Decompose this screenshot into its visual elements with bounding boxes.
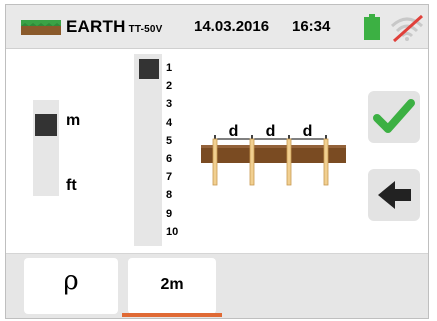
- stake-spacing-diagram: d d d: [201, 123, 346, 186]
- distance-scale: 1 2 3 4 5 6 7 8 9 10: [166, 59, 178, 241]
- distance-tick: 2: [166, 80, 173, 93]
- unit-option-ft[interactable]: ft: [66, 177, 77, 195]
- tab-label: 2m: [160, 276, 184, 293]
- battery-icon: [364, 14, 380, 40]
- wifi-off-icon: [390, 14, 424, 42]
- tab-label: ρ: [63, 266, 79, 296]
- distance-tick: 10: [166, 225, 179, 238]
- confirm-button[interactable]: [368, 91, 420, 143]
- mode-title: EARTH TT-50V: [66, 17, 163, 36]
- distance-tick: 8: [166, 189, 173, 202]
- distance-tick: 5: [166, 134, 173, 147]
- instrument-screen: EARTH TT-50V 14.03.2016 16:34 m ft 1 2 3 …: [5, 4, 429, 319]
- checkmark-icon: [373, 99, 415, 133]
- distance-tick: 7: [166, 171, 173, 184]
- distance-slider-track[interactable]: [134, 54, 162, 246]
- unit-option-m[interactable]: m: [66, 112, 80, 130]
- distance-slider-knob[interactable]: [139, 59, 159, 79]
- distance-tick: 3: [166, 98, 173, 111]
- earth-ground-icon: [21, 20, 61, 35]
- time-display: 16:34: [292, 18, 331, 35]
- tab-resistivity[interactable]: ρ: [24, 258, 118, 314]
- unit-slider-knob[interactable]: [35, 114, 57, 136]
- active-tab-indicator: [122, 313, 222, 317]
- spacing-label-d: d: [229, 123, 239, 140]
- date-display: 14.03.2016: [194, 18, 270, 35]
- spacing-label-d: d: [303, 123, 313, 140]
- distance-tick: 1: [166, 62, 173, 74]
- spacing-label-d: d: [266, 123, 276, 140]
- status-bar: EARTH TT-50V 14.03.2016 16:34: [6, 5, 428, 49]
- distance-tick: 9: [166, 207, 173, 220]
- tab-distance[interactable]: 2m: [128, 258, 216, 314]
- arrow-left-icon: [378, 181, 411, 209]
- distance-tick: 6: [166, 152, 173, 165]
- back-button[interactable]: [368, 169, 420, 221]
- distance-tick: 4: [166, 116, 173, 129]
